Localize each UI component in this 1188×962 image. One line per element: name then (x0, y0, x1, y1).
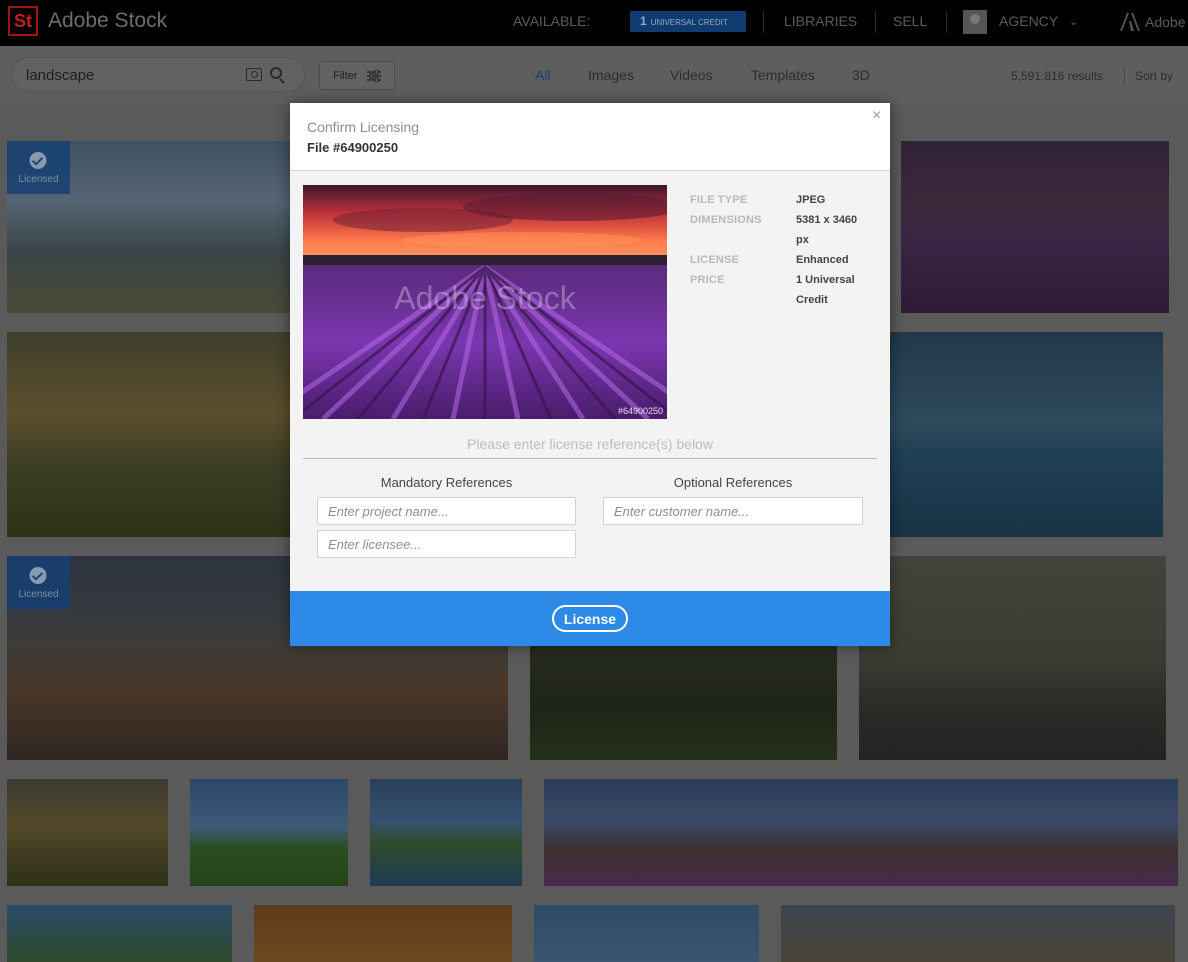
detail-key: LICENSE (690, 254, 740, 266)
license-button[interactable]: License (552, 605, 628, 632)
adobe-stock-logo-icon[interactable]: St (8, 6, 38, 36)
search-input[interactable]: landscape (11, 57, 305, 92)
check-icon (29, 567, 47, 584)
project-name-input[interactable] (317, 497, 576, 525)
tab-templates[interactable]: Templates (751, 67, 815, 83)
tab-3d[interactable]: 3D (852, 67, 870, 83)
divider (303, 458, 877, 459)
image-preview: Adobe Stock #64900250 (303, 185, 667, 419)
licensed-label: Licensed (18, 174, 59, 185)
filter-label: Filter (333, 70, 358, 82)
adobe-link[interactable]: Adobe (1145, 14, 1185, 30)
search-toolbar: landscape Filter All Images Videos Templ… (0, 46, 1188, 104)
image-tile[interactable] (7, 905, 232, 962)
customer-name-input[interactable] (603, 497, 863, 525)
confirm-licensing-dialog: Confirm Licensing File #64900250 × Adobe… (290, 103, 890, 646)
search-icon[interactable] (270, 67, 282, 79)
adobe-logo-icon[interactable] (1120, 13, 1140, 31)
optional-references-heading: Optional References (673, 475, 793, 490)
preview-file-id: #64900250 (617, 406, 663, 416)
tab-all[interactable]: All (535, 67, 551, 83)
image-tile[interactable] (530, 646, 837, 760)
image-tile[interactable] (370, 779, 522, 886)
sort-divider (1124, 66, 1125, 86)
image-tile[interactable] (889, 332, 1163, 537)
image-tile[interactable] (534, 905, 759, 962)
nav-sell-link[interactable]: SELL (893, 13, 927, 29)
check-icon (29, 152, 47, 169)
licensee-input[interactable] (317, 530, 576, 558)
avatar[interactable] (963, 10, 987, 34)
image-tile[interactable] (859, 556, 1166, 760)
nav-libraries-link[interactable]: LIBRARIES (784, 13, 857, 29)
image-tile[interactable] (7, 779, 168, 886)
reference-prompt: Please enter license reference(s) below (467, 436, 713, 452)
tab-videos[interactable]: Videos (670, 67, 713, 83)
sort-dropdown[interactable]: Sort by (1135, 69, 1173, 83)
file-number: File #64900250 (307, 140, 399, 155)
detail-value: 5381 x 3460 px (796, 214, 858, 246)
image-tile[interactable] (254, 905, 512, 962)
close-icon[interactable]: × (872, 108, 881, 124)
watermark: Adobe Stock (394, 280, 576, 316)
image-tile[interactable]: Licensed (7, 141, 290, 313)
camera-icon[interactable] (246, 68, 262, 81)
tab-images[interactable]: Images (588, 67, 634, 83)
licensed-label: Licensed (18, 589, 59, 600)
licensed-badge: Licensed (7, 556, 70, 609)
dialog-header: Confirm Licensing File #64900250 × (290, 103, 890, 171)
mandatory-references-heading: Mandatory References (380, 475, 513, 490)
detail-key: DIMENSIONS (690, 214, 762, 226)
credit-count: 1 (640, 14, 647, 28)
account-name[interactable]: AGENCY (999, 13, 1058, 29)
brand-name[interactable]: Adobe Stock (48, 9, 167, 33)
licensed-badge: Licensed (7, 141, 70, 194)
detail-key: PRICE (690, 274, 725, 286)
chevron-down-icon[interactable]: ⌄ (1069, 15, 1078, 28)
available-label: AVAILABLE: (513, 13, 591, 29)
results-count: 5,591,816 results (1011, 69, 1104, 83)
search-query: landscape (26, 67, 95, 84)
detail-key: FILE TYPE (690, 194, 748, 206)
nav-divider (875, 11, 876, 33)
detail-value: 1 Universal Credit (796, 274, 855, 306)
image-tile[interactable] (901, 141, 1169, 313)
image-tile[interactable] (190, 779, 348, 886)
image-tile[interactable] (7, 332, 290, 537)
dialog-title: Confirm Licensing (307, 119, 420, 135)
image-tile[interactable] (544, 779, 1178, 886)
filter-button[interactable]: Filter (319, 61, 395, 90)
detail-value: JPEG (796, 194, 826, 206)
nav-divider (946, 11, 947, 33)
nav-divider (763, 11, 764, 33)
dialog-footer: License (290, 591, 890, 646)
detail-value: Enhanced (796, 254, 849, 266)
sliders-icon (367, 70, 381, 82)
credit-type: UNIVERSAL CREDIT (650, 18, 728, 27)
top-header: St Adobe Stock AVAILABLE: 1 UNIVERSAL CRE… (0, 0, 1188, 46)
credit-badge[interactable]: 1 UNIVERSAL CREDIT (630, 11, 746, 32)
image-tile[interactable] (781, 905, 1175, 962)
